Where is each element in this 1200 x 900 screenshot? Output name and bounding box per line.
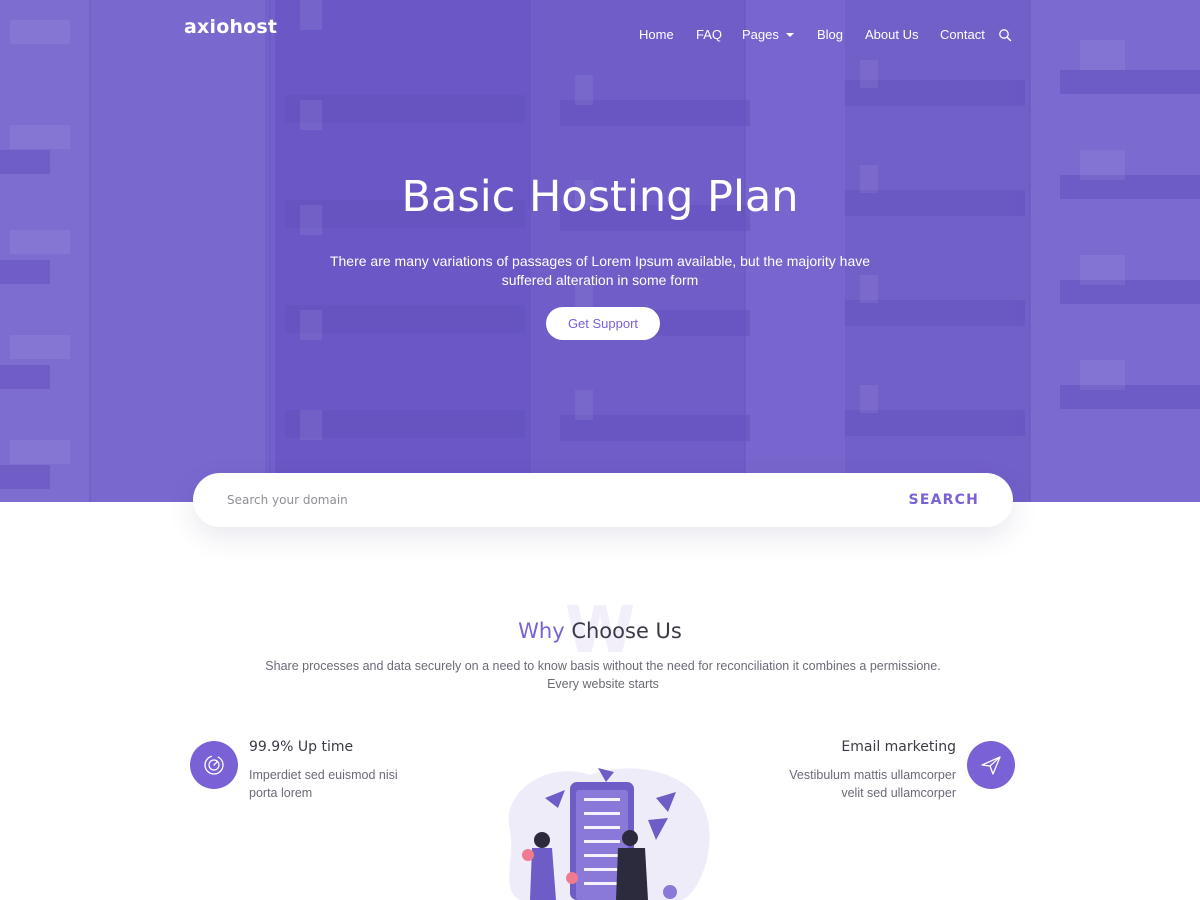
feature-email-title: Email marketing bbox=[841, 739, 956, 755]
hero-subtitle: There are many variations of passages of… bbox=[329, 253, 871, 288]
section-title-rest: Choose Us bbox=[564, 619, 682, 643]
feature-email-description: Vestibulum mattis ullamcorper velit sed … bbox=[789, 768, 956, 800]
nav-item-blog[interactable]: Blog bbox=[817, 27, 843, 42]
feature-uptime-icon-badge bbox=[190, 741, 238, 789]
domain-search-bar: SEARCH bbox=[193, 473, 1013, 527]
paper-plane-icon bbox=[981, 756, 1001, 775]
speedometer-icon bbox=[204, 755, 224, 775]
section-title-accent: Why bbox=[518, 619, 565, 643]
nav-item-contact[interactable]: Contact bbox=[940, 27, 985, 42]
feature-email-icon-badge bbox=[967, 741, 1015, 789]
domain-search-button[interactable]: SEARCH bbox=[909, 473, 979, 527]
feature-uptime-title: 99.9% Up time bbox=[249, 739, 354, 755]
feature-uptime-description: Imperdiet sed euismod nisi porta lorem bbox=[249, 768, 398, 800]
section-description: Share processes and data securely on a n… bbox=[265, 659, 941, 691]
site-logo[interactable]: axiohost bbox=[184, 16, 277, 38]
domain-search-input[interactable] bbox=[227, 473, 867, 527]
section-title: Why Choose Us bbox=[0, 619, 1200, 643]
nav-item-about-us[interactable]: About Us bbox=[865, 27, 918, 42]
hero-section: axiohost Home FAQ Pages Blog About Us Co… bbox=[0, 0, 1200, 502]
hero-color-overlay bbox=[0, 0, 1200, 502]
server-phone-illustration bbox=[508, 768, 710, 900]
hero-title: Basic Hosting Plan bbox=[401, 172, 799, 222]
nav-item-pages[interactable]: Pages bbox=[742, 27, 779, 42]
get-support-button[interactable]: Get Support bbox=[546, 307, 660, 340]
top-navigation-bar: axiohost Home FAQ Pages Blog About Us Co… bbox=[0, 0, 1200, 70]
search-icon[interactable] bbox=[998, 28, 1012, 42]
chevron-down-icon[interactable] bbox=[786, 33, 794, 37]
nav-item-faq[interactable]: FAQ bbox=[696, 27, 722, 42]
nav-item-home[interactable]: Home bbox=[639, 27, 674, 42]
